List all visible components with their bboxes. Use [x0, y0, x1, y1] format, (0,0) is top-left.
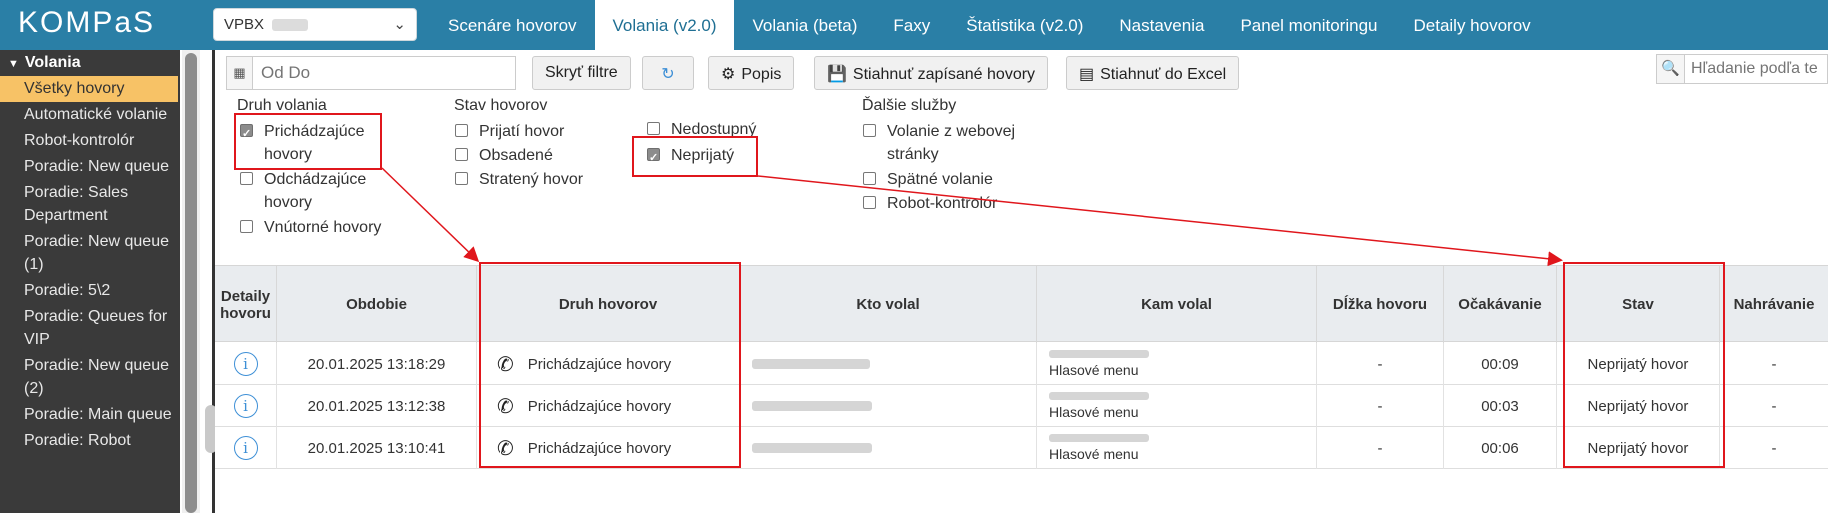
tab-scenarios[interactable]: Scenáre hovorov: [430, 0, 595, 50]
caller-number-blurred: [752, 401, 872, 411]
sidebar-item-all-calls[interactable]: Všetky hovory: [0, 76, 178, 102]
column-header[interactable]: Obdobie: [277, 266, 477, 343]
recording-cell: -: [1771, 355, 1777, 373]
tab-calls-beta[interactable]: Volania (beta): [734, 0, 875, 50]
info-icon[interactable]: i: [233, 394, 258, 418]
caller-number-blurred: [752, 443, 872, 453]
tab-monitoring[interactable]: Panel monitoringu: [1222, 0, 1395, 50]
tab-settings[interactable]: Nastavenia: [1101, 0, 1222, 50]
column-header[interactable]: Kam volal: [1037, 266, 1317, 343]
date-range-input[interactable]: [252, 56, 516, 90]
pbx-name-blurred: [272, 19, 309, 32]
checkbox[interactable]: [455, 124, 468, 137]
tab-faxes[interactable]: Faxy: [875, 0, 948, 50]
details-cell[interactable]: i: [215, 385, 277, 427]
sidebar-item-queue[interactable]: Poradie: 5\2: [0, 278, 180, 304]
recording-cell: -: [1771, 397, 1777, 415]
destination-number-blurred: [1049, 350, 1149, 358]
checkbox[interactable]: [455, 172, 468, 185]
column-header[interactable]: Kto volal: [740, 266, 1037, 343]
destination-cell: Hlasové menu: [1037, 343, 1317, 385]
chevron-down-icon: ⌄: [393, 16, 406, 33]
duration-cell: -: [1317, 385, 1444, 427]
sidebar-item-queue[interactable]: Poradie: Sales Department: [0, 180, 180, 229]
refresh-icon: ↻: [661, 66, 675, 83]
caller-number-blurred: [752, 359, 870, 369]
excel-icon: ▤: [1079, 66, 1095, 83]
wait-cell: 00:06: [1444, 427, 1557, 469]
checkbox[interactable]: [240, 220, 253, 233]
description-button[interactable]: ⚙ Popis: [708, 56, 795, 90]
annotation-box-incoming-filter: [234, 113, 382, 170]
save-icon: 💾: [827, 66, 847, 83]
checkbox[interactable]: [863, 172, 876, 185]
download-recorded-button[interactable]: 💾 Stiahnuť zapísané hovory: [814, 56, 1049, 90]
info-icon[interactable]: i: [233, 352, 258, 376]
download-excel-button[interactable]: ▤ Stiahnuť do Excel: [1066, 56, 1240, 90]
app-logo: KOMPaS: [18, 6, 156, 39]
info-icon[interactable]: i: [233, 436, 258, 460]
annotation-box-missed-filter: [632, 136, 758, 177]
sidebar-item-queue[interactable]: Poradie: Main queue: [0, 402, 180, 428]
checkbox[interactable]: [240, 172, 253, 185]
column-header: Detaily hovoru: [215, 266, 277, 343]
period-cell: 20.01.2025 13:10:41: [277, 427, 477, 469]
column-header: Nahrávanie: [1733, 296, 1815, 313]
main-nav: Scenáre hovorov Volania (v2.0) Volania (…: [430, 0, 1549, 50]
caller-cell: [740, 343, 1037, 385]
triangle-down-icon: ▼: [8, 58, 19, 70]
hide-filters-button[interactable]: Skryť filtre: [532, 56, 631, 90]
details-cell[interactable]: i: [215, 427, 277, 469]
column-header[interactable]: Očakávanie: [1444, 266, 1557, 343]
checkbox[interactable]: [863, 124, 876, 137]
destination-number-blurred: [1049, 392, 1149, 400]
sidebar-item-queue[interactable]: Poradie: New queue (1): [0, 229, 180, 278]
details-cell[interactable]: i: [215, 343, 277, 385]
checkbox[interactable]: [455, 148, 468, 161]
checkbox[interactable]: [647, 122, 660, 135]
tab-call-details[interactable]: Detaily hovorov: [1395, 0, 1548, 50]
sidebar-section-calls[interactable]: ▼ Volania: [0, 50, 180, 76]
checkbox[interactable]: [863, 196, 876, 209]
sidebar-item-queue[interactable]: Poradie: New queue: [0, 154, 180, 180]
duration-cell: -: [1317, 343, 1444, 385]
annotation-box-status-column: [1563, 262, 1725, 468]
extra-services-title: Ďalšie služby: [862, 97, 957, 114]
search-icon: 🔍: [1656, 54, 1684, 84]
caller-cell: [740, 385, 1037, 427]
destination-number-blurred: [1049, 434, 1149, 442]
wait-cell: 00:09: [1444, 343, 1557, 385]
refresh-button[interactable]: ↻: [642, 56, 694, 90]
duration-cell: -: [1317, 427, 1444, 469]
caller-cell: [740, 427, 1037, 469]
sidebar-item-queue[interactable]: Poradie: New queue (2): [0, 353, 180, 402]
wait-cell: 00:03: [1444, 385, 1557, 427]
call-status-title: Stav hovorov: [454, 97, 548, 114]
pbx-select-value: VPBX: [224, 16, 265, 33]
search-input[interactable]: [1684, 54, 1828, 84]
destination-cell: Hlasové menu: [1037, 427, 1317, 469]
sidebar-scrollbar-thumb[interactable]: [185, 53, 197, 513]
recording-cell: -: [1771, 439, 1777, 457]
period-cell: 20.01.2025 13:12:38: [277, 385, 477, 427]
calendar-icon[interactable]: ▦: [226, 56, 252, 90]
annotation-arrow: [757, 175, 1563, 267]
pbx-select[interactable]: VPBX ⌄: [213, 8, 417, 41]
sidebar: ▼ Volania Všetky hovory Automatické volan…: [0, 50, 180, 513]
tab-calls-v2[interactable]: Volania (v2.0): [594, 0, 735, 50]
top-bar: KOMPaS VPBX ⌄ Scenáre hovorov Volania (v…: [0, 0, 1828, 50]
sidebar-item-queue[interactable]: Poradie: Queues for VIP: [0, 304, 180, 353]
period-cell: 20.01.2025 13:18:29: [277, 343, 477, 385]
sidebar-item-auto-call[interactable]: Automatické volanie: [0, 102, 180, 128]
annotation-box-type-column: [479, 262, 741, 468]
sidebar-item-robot[interactable]: Robot-kontrolór: [0, 128, 180, 154]
sidebar-item-queue[interactable]: Poradie: Robot: [0, 428, 180, 454]
gear-icon: ⚙: [721, 66, 736, 83]
destination-cell: Hlasové menu: [1037, 385, 1317, 427]
tab-statistics[interactable]: Štatistika (v2.0): [948, 0, 1101, 50]
column-header[interactable]: Dĺžka hovoru: [1317, 266, 1444, 343]
